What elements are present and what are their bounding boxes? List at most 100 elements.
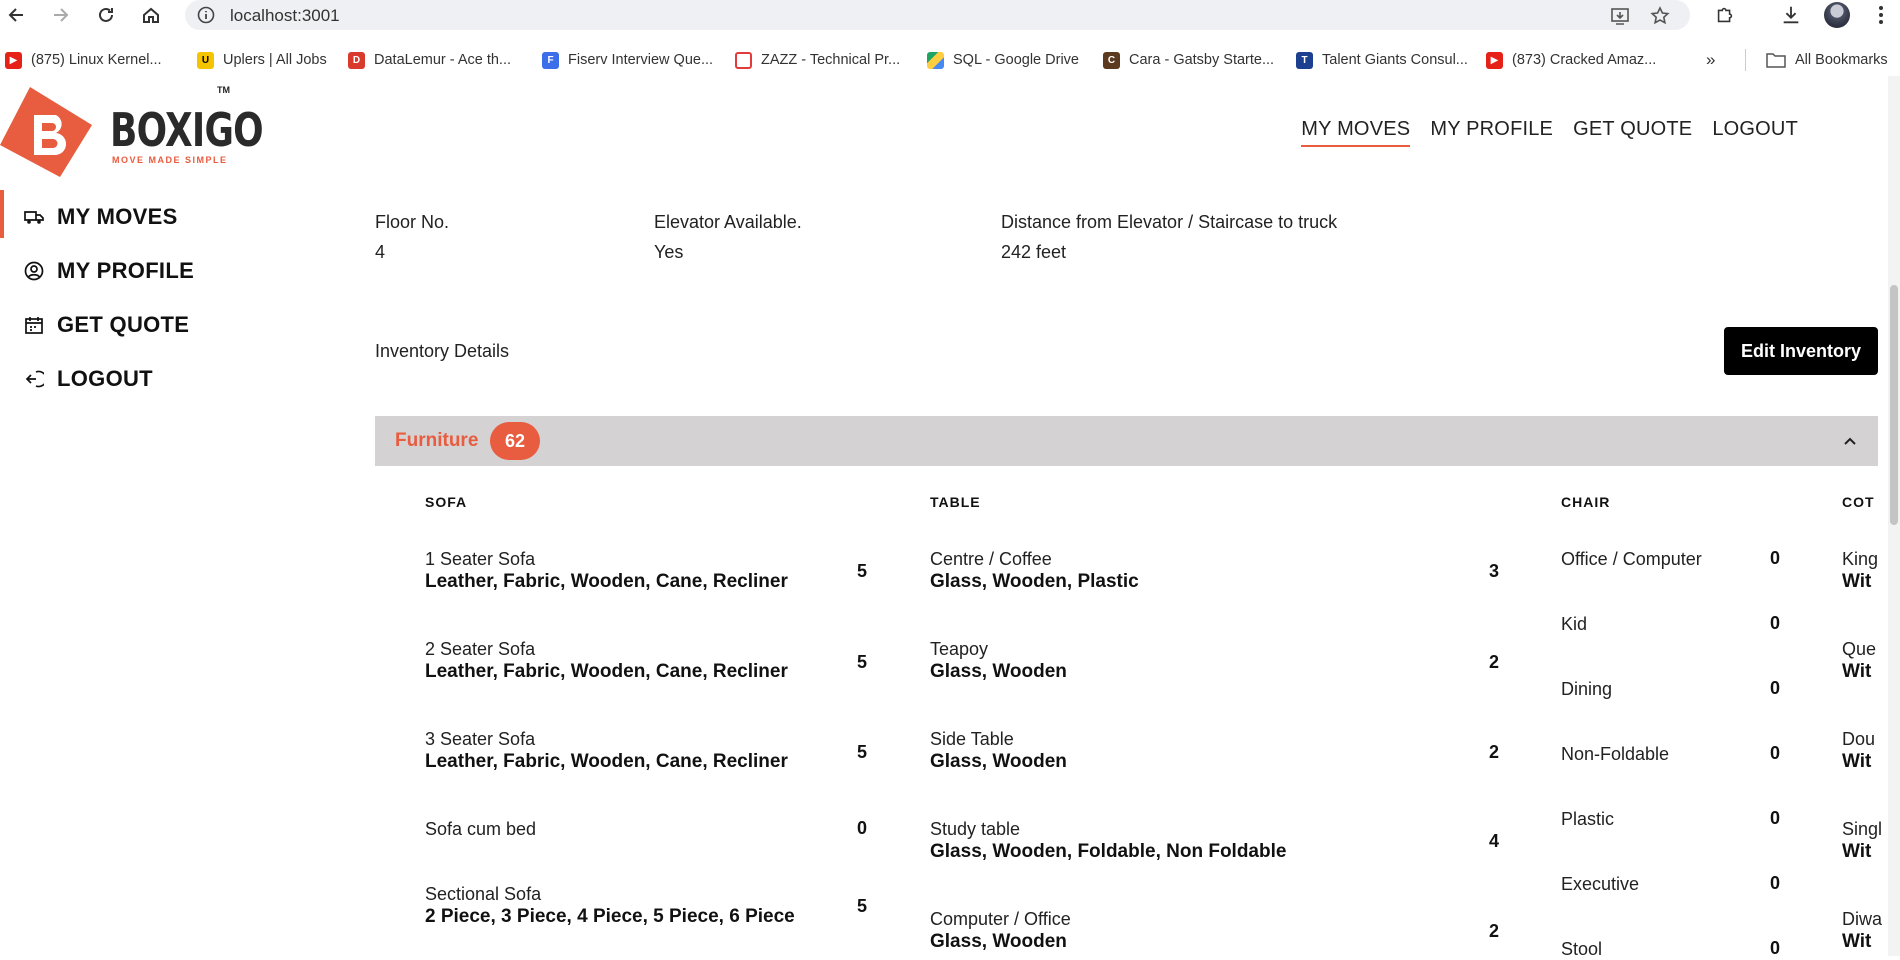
- browser-toolbar: localhost:3001: [0, 0, 1900, 30]
- elevator-label: Elevator Available.: [654, 212, 802, 232]
- star-icon[interactable]: [1649, 5, 1671, 27]
- list-item: Que Wit: [1842, 638, 1876, 684]
- bookmark-item[interactable]: C Cara - Gatsby Starte...: [1103, 50, 1274, 70]
- item-materials: Wit: [1842, 661, 1872, 682]
- puzzle-icon: [1717, 7, 1733, 23]
- item-name: Computer / Office: [930, 909, 1071, 929]
- top-nav-logout[interactable]: LOGOUT: [1712, 118, 1798, 147]
- item-name: Dining: [1561, 679, 1613, 699]
- bookmark-label: Cara - Gatsby Starte...: [1129, 52, 1275, 68]
- bookmark-item[interactable]: T Talent Giants Consul...: [1296, 50, 1468, 70]
- downloads-button[interactable]: [1778, 3, 1804, 27]
- item-quantity: 3: [1489, 561, 1500, 581]
- bookmark-item[interactable]: D DataLemur - Ace th...: [348, 50, 511, 70]
- item-materials: Wit: [1842, 931, 1872, 952]
- bookmark-label: SQL - Google Drive: [953, 52, 1079, 68]
- sidebar-item-label: LOGOUT: [57, 366, 153, 391]
- item-materials: Glass, Wooden, Foldable, Non Foldable: [930, 841, 1287, 862]
- floor-label: Floor No.: [375, 212, 450, 232]
- item-materials: Leather, Fabric, Wooden, Cane, Recliner: [425, 571, 788, 592]
- list-item: Non-Foldable: [1561, 743, 1669, 765]
- reload-button[interactable]: [94, 3, 118, 27]
- arrow-right-icon: [54, 8, 69, 22]
- item-name: Teapoy: [930, 639, 989, 659]
- all-bookmarks-button[interactable]: All Bookmarks: [1766, 50, 1888, 70]
- profile-avatar[interactable]: [1824, 2, 1850, 28]
- more-bookmarks-button[interactable]: »: [1706, 50, 1715, 70]
- item-materials: Glass, Wooden: [930, 661, 1067, 682]
- item-name: Side Table: [930, 729, 1014, 749]
- inventory-title: Inventory Details: [375, 341, 510, 361]
- item-name: Executive: [1561, 874, 1640, 894]
- scrollbar-thumb[interactable]: [1890, 285, 1898, 525]
- bookmark-divider: [1745, 49, 1746, 71]
- home-button[interactable]: [139, 3, 163, 27]
- item-quantity: 5: [857, 896, 868, 916]
- bookmark-item[interactable]: SQL - Google Drive: [927, 50, 1079, 70]
- item-quantity: 2: [1489, 652, 1500, 672]
- bookmark-item[interactable]: F Fiserv Interview Que...: [542, 50, 713, 70]
- menu-button[interactable]: [1868, 3, 1894, 27]
- item-name: Singl: [1842, 819, 1883, 839]
- item-quantity: 0: [857, 818, 868, 838]
- folder-icon: [1766, 53, 1786, 68]
- cot-column-clip: King Wit Que Wit Dou Wit Singl Wit Diwa …: [1842, 540, 1888, 956]
- item-name: Dou: [1842, 729, 1876, 749]
- bookmark-label: ZAZZ - Technical Pr...: [761, 52, 901, 68]
- top-nav-my-moves[interactable]: MY MOVES: [1301, 118, 1411, 147]
- item-quantity: 5: [857, 561, 868, 581]
- user-circle-icon: [24, 261, 44, 281]
- sidebar-item-label: MY MOVES: [57, 204, 178, 229]
- item-name: Non-Foldable: [1561, 744, 1670, 764]
- list-item: Sectional Sofa 2 Piece, 3 Piece, 4 Piece…: [425, 883, 795, 929]
- sidebar-item-get-quote[interactable]: GET QUOTE: [0, 298, 240, 352]
- sidebar-item-my-profile[interactable]: MY PROFILE: [0, 244, 240, 298]
- google-drive-icon: [927, 51, 944, 69]
- item-materials: Wit: [1842, 751, 1872, 772]
- item-name: 2 Seater Sofa: [425, 639, 536, 659]
- furniture-accordion-header[interactable]: Furniture 62: [375, 416, 1878, 466]
- install-app-icon[interactable]: [1609, 5, 1631, 27]
- back-button[interactable]: [5, 3, 29, 27]
- address-bar[interactable]: localhost:3001: [185, 0, 1690, 30]
- list-item: Dou Wit: [1842, 728, 1875, 774]
- floor-value: 4: [375, 242, 386, 262]
- bookmark-item[interactable]: ▶ (873) Cracked Amaz...: [1486, 50, 1656, 70]
- top-nav-my-profile[interactable]: MY PROFILE: [1430, 118, 1553, 147]
- distance-label: Distance from Elevator / Staircase to tr…: [1001, 212, 1338, 232]
- item-name: Office / Computer: [1561, 549, 1702, 569]
- sidebar-item-logout[interactable]: LOGOUT: [0, 352, 240, 406]
- top-navigation: MY MOVES MY PROFILE GET QUOTE LOGOUT: [1301, 118, 1798, 147]
- extensions-button[interactable]: [1712, 3, 1738, 27]
- bookmark-item[interactable]: U Uplers | All Jobs: [197, 50, 327, 70]
- item-quantity: 5: [857, 742, 868, 762]
- arrow-left-icon: [8, 8, 23, 22]
- item-materials: Glass, Wooden, Plastic: [930, 571, 1139, 592]
- bookmark-label: (873) Cracked Amaz...: [1512, 52, 1657, 68]
- edit-inventory-button[interactable]: Edit Inventory: [1724, 327, 1878, 375]
- list-item: 1 Seater Sofa Leather, Fabric, Wooden, C…: [425, 548, 788, 594]
- logout-icon: [25, 370, 44, 388]
- boxigo-logo[interactable]: BOXIGO MOVE MADE SIMPLE TM: [0, 85, 264, 180]
- brand-name: BOXIGO: [110, 103, 264, 157]
- top-nav-get-quote[interactable]: GET QUOTE: [1573, 118, 1692, 147]
- item-name: Centre / Coffee: [930, 549, 1052, 569]
- item-materials: Wit: [1842, 841, 1872, 862]
- item-materials: Leather, Fabric, Wooden, Cane, Recliner: [425, 751, 788, 772]
- download-icon: [1783, 6, 1799, 24]
- item-name: Plastic: [1561, 809, 1615, 829]
- sidebar-item-my-moves[interactable]: MY MOVES: [0, 190, 240, 244]
- datalemur-icon: D: [348, 51, 365, 69]
- chevron-up-icon[interactable]: [1839, 430, 1861, 452]
- item-name: Sofa cum bed: [425, 819, 537, 839]
- item-name: 1 Seater Sofa: [425, 549, 536, 569]
- list-item: Sofa cum bed: [425, 818, 536, 840]
- fiserv-icon: F: [542, 51, 559, 69]
- sidebar-item-label: MY PROFILE: [57, 258, 195, 283]
- all-bookmarks-label: All Bookmarks: [1795, 52, 1888, 68]
- calendar-icon: [25, 317, 43, 334]
- bookmark-label: Fiserv Interview Que...: [568, 52, 714, 68]
- forward-button[interactable]: [48, 3, 72, 27]
- bookmark-item[interactable]: ZAZZ - Technical Pr...: [735, 50, 900, 70]
- bookmark-item[interactable]: ▶ (875) Linux Kernel...: [5, 50, 162, 70]
